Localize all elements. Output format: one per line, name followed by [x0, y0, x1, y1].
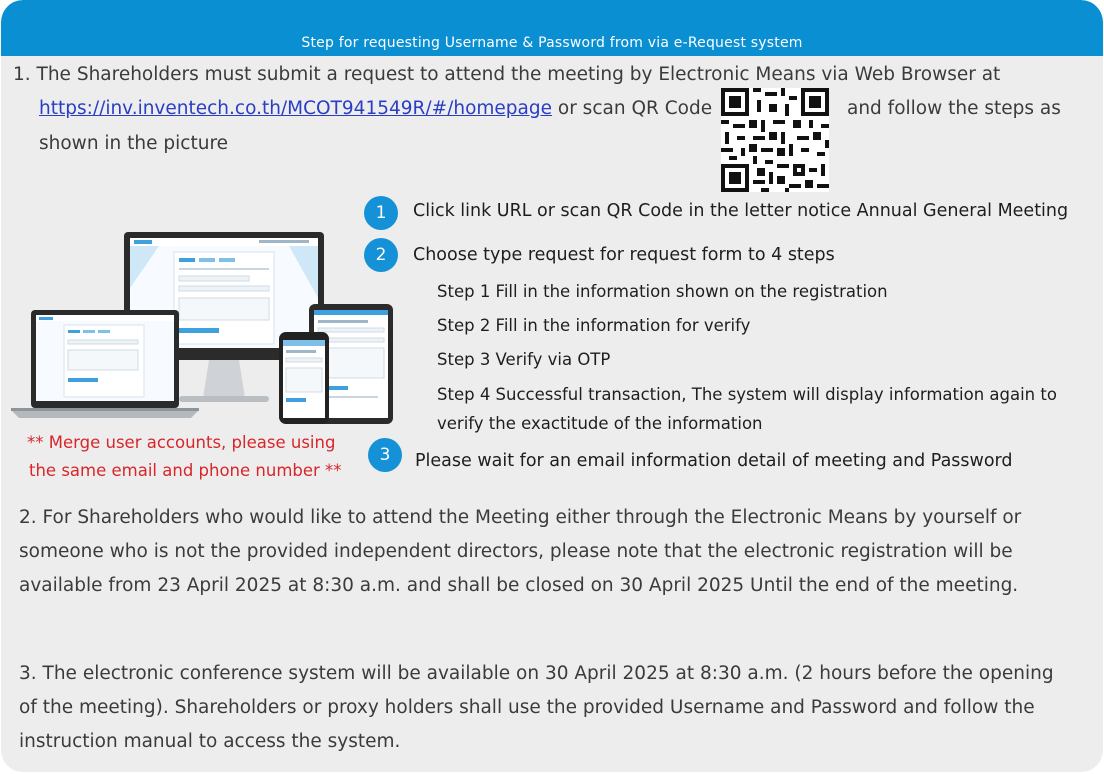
step-3-text: Please wait for an email information det… [415, 451, 1013, 471]
step-2-text: Choose type request for request form to … [413, 245, 835, 265]
item1-follow-text: and follow the steps as [847, 98, 1061, 119]
instruction-card: Step for requesting Username & Password … [1, 0, 1103, 772]
merge-note-line2: the same email and phone number ** [29, 461, 342, 480]
substep-2: Step 2 Fill in the information for verif… [437, 316, 751, 335]
title-banner: Step for requesting Username & Password … [1, 0, 1103, 56]
step-2-badge: 2 [364, 238, 398, 272]
item3-line2: of the meeting). Shareholders or proxy h… [19, 697, 1035, 718]
item3-line1: 3. The electronic conference system will… [19, 663, 1054, 684]
item1-scan-text: or scan QR Code [552, 98, 713, 119]
step-1-badge: 1 [364, 196, 398, 230]
item2-line3: available from 23 April 2025 at 8:30 a.m… [19, 575, 1019, 596]
item1-line1: 1. The Shareholders must submit a reques… [13, 64, 1001, 85]
substep-1: Step 1 Fill in the information shown on … [437, 282, 888, 301]
homepage-link[interactable]: https://inv.inventech.co.th/MCOT941549R/… [39, 98, 552, 119]
item3-line3: instruction manual to access the system. [19, 731, 401, 752]
item2-line2: someone who is not the provided independ… [19, 541, 1013, 562]
page-title: Step for requesting Username & Password … [301, 35, 803, 51]
step-3-badge: 3 [368, 438, 402, 472]
substep-4-cont: verify the exactitude of the information [437, 414, 763, 433]
item1-line2: https://inv.inventech.co.th/MCOT941549R/… [39, 97, 712, 121]
devices-illustration [11, 232, 393, 424]
merge-note-line1: ** Merge user accounts, please using [27, 433, 336, 452]
step-1-text: Click link URL or scan QR Code in the le… [413, 201, 1069, 221]
item1-line3: shown in the picture [39, 133, 229, 154]
qr-code-icon[interactable] [721, 88, 829, 192]
substep-3: Step 3 Verify via OTP [437, 350, 611, 369]
item2-line1: 2. For Shareholders who would like to at… [19, 507, 1022, 528]
substep-4: Step 4 Successful transaction, The syste… [437, 385, 1057, 404]
